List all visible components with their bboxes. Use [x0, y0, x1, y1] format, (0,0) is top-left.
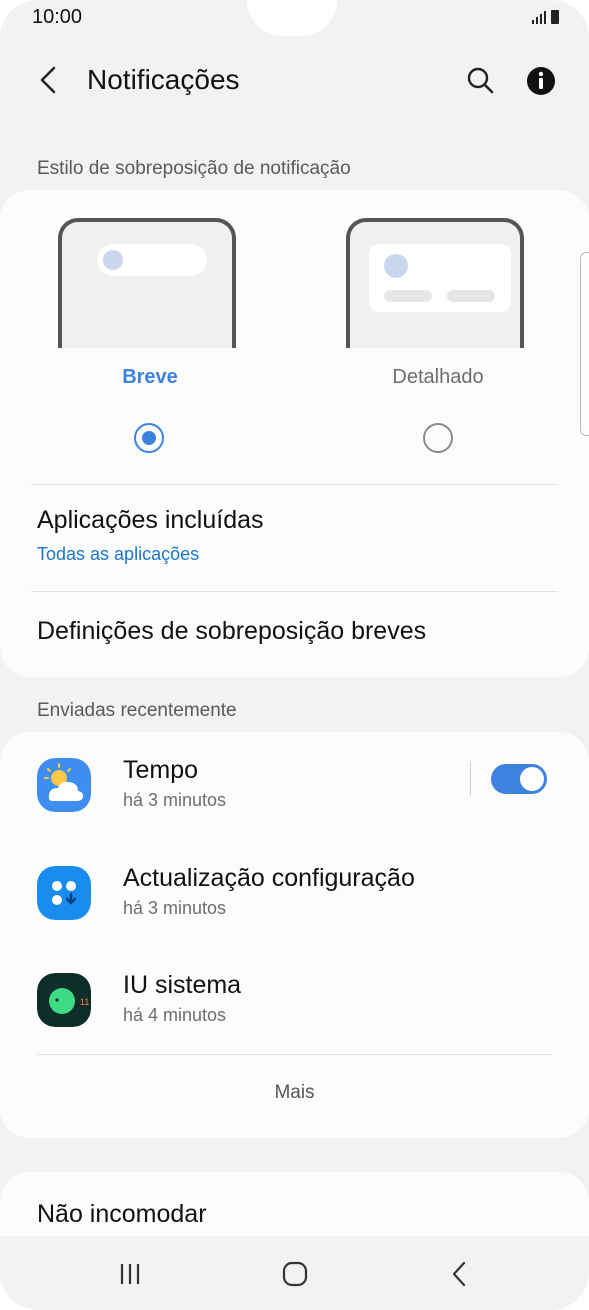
config-update-app-icon — [37, 866, 91, 920]
recent-label: Enviadas recentemente — [37, 700, 237, 721]
battery-icon — [551, 10, 559, 24]
phone-screen: 10:00 Notificações Estilo de sobreposiçã… — [0, 0, 589, 1310]
recent-apps-icon[interactable] — [108, 1254, 152, 1294]
preview-dot — [384, 254, 408, 278]
detailed-option-label[interactable]: Detalhado — [348, 366, 528, 389]
app-time: há 3 minutos — [123, 898, 227, 918]
signal-icon — [532, 20, 534, 24]
system-ui-app-icon: 11 — [37, 973, 91, 1027]
more-button[interactable]: Mais — [0, 1082, 589, 1104]
app-bar: Notificações — [0, 52, 589, 110]
app-time: há 3 minutos — [123, 790, 227, 810]
back-nav-icon[interactable] — [438, 1254, 482, 1294]
app-time: há 4 minutos — [123, 1005, 227, 1025]
info-icon[interactable] — [522, 62, 560, 100]
signal-battery-icons — [532, 10, 559, 24]
camera-notch — [247, 0, 337, 36]
preview-bar — [384, 290, 432, 302]
signal-bar — [544, 11, 546, 24]
detailed-preview-box — [369, 244, 511, 312]
recent-apps-card: Tempo há 3 minutos Actualização configur… — [0, 732, 589, 1138]
app-row-config-update[interactable]: Actualização configuração há 3 minutos — [0, 850, 589, 950]
signal-bar — [540, 14, 542, 24]
page-title: Notificações — [87, 64, 240, 95]
included-apps-row[interactable]: Aplicações incluídas Todas as aplicações — [0, 486, 589, 590]
divider — [470, 762, 471, 796]
app-row-system-ui[interactable]: 11 IU sistema há 4 minutos — [0, 957, 589, 1057]
brief-option-label[interactable]: Breve — [60, 366, 240, 389]
divider — [31, 484, 558, 485]
included-apps-title: Aplicações incluídas — [37, 506, 264, 534]
status-bar: 10:00 — [0, 0, 589, 40]
brief-preview[interactable] — [58, 218, 236, 348]
overlay-style-card: Breve Detalhado Aplicações incluídas Tod… — [0, 190, 589, 677]
app-name: IU sistema — [123, 971, 242, 999]
app-name: Tempo — [123, 756, 199, 784]
do-not-disturb-title: Não incomodar — [37, 1200, 207, 1228]
status-time: 10:00 — [32, 6, 83, 28]
weather-app-icon — [37, 758, 91, 812]
home-icon[interactable] — [273, 1254, 317, 1294]
brief-preview-pill — [97, 244, 207, 276]
search-icon[interactable] — [462, 62, 500, 100]
divider — [31, 591, 558, 592]
divider — [37, 1054, 552, 1055]
overlay-style-label: Estilo de sobreposição de notificação — [37, 158, 351, 179]
scrollbar[interactable] — [580, 252, 589, 436]
preview-dot — [103, 250, 123, 270]
svg-text:11: 11 — [80, 997, 89, 1007]
toggle-knob — [520, 767, 544, 791]
navigation-bar — [0, 1236, 589, 1310]
weather-notification-toggle[interactable] — [491, 764, 547, 794]
signal-bar — [536, 17, 538, 24]
detailed-preview[interactable] — [346, 218, 524, 348]
app-name: Actualização configuração — [123, 864, 415, 892]
preview-bar — [447, 290, 495, 302]
brief-settings-title: Definições de sobreposição breves — [37, 617, 427, 645]
detailed-radio[interactable] — [423, 423, 453, 453]
brief-settings-row[interactable]: Definições de sobreposição breves — [0, 593, 589, 677]
included-apps-value: Todas as aplicações — [37, 544, 200, 564]
back-arrow-icon[interactable] — [30, 60, 70, 100]
app-row-weather[interactable]: Tempo há 3 minutos — [0, 742, 589, 842]
brief-radio[interactable] — [134, 423, 164, 453]
